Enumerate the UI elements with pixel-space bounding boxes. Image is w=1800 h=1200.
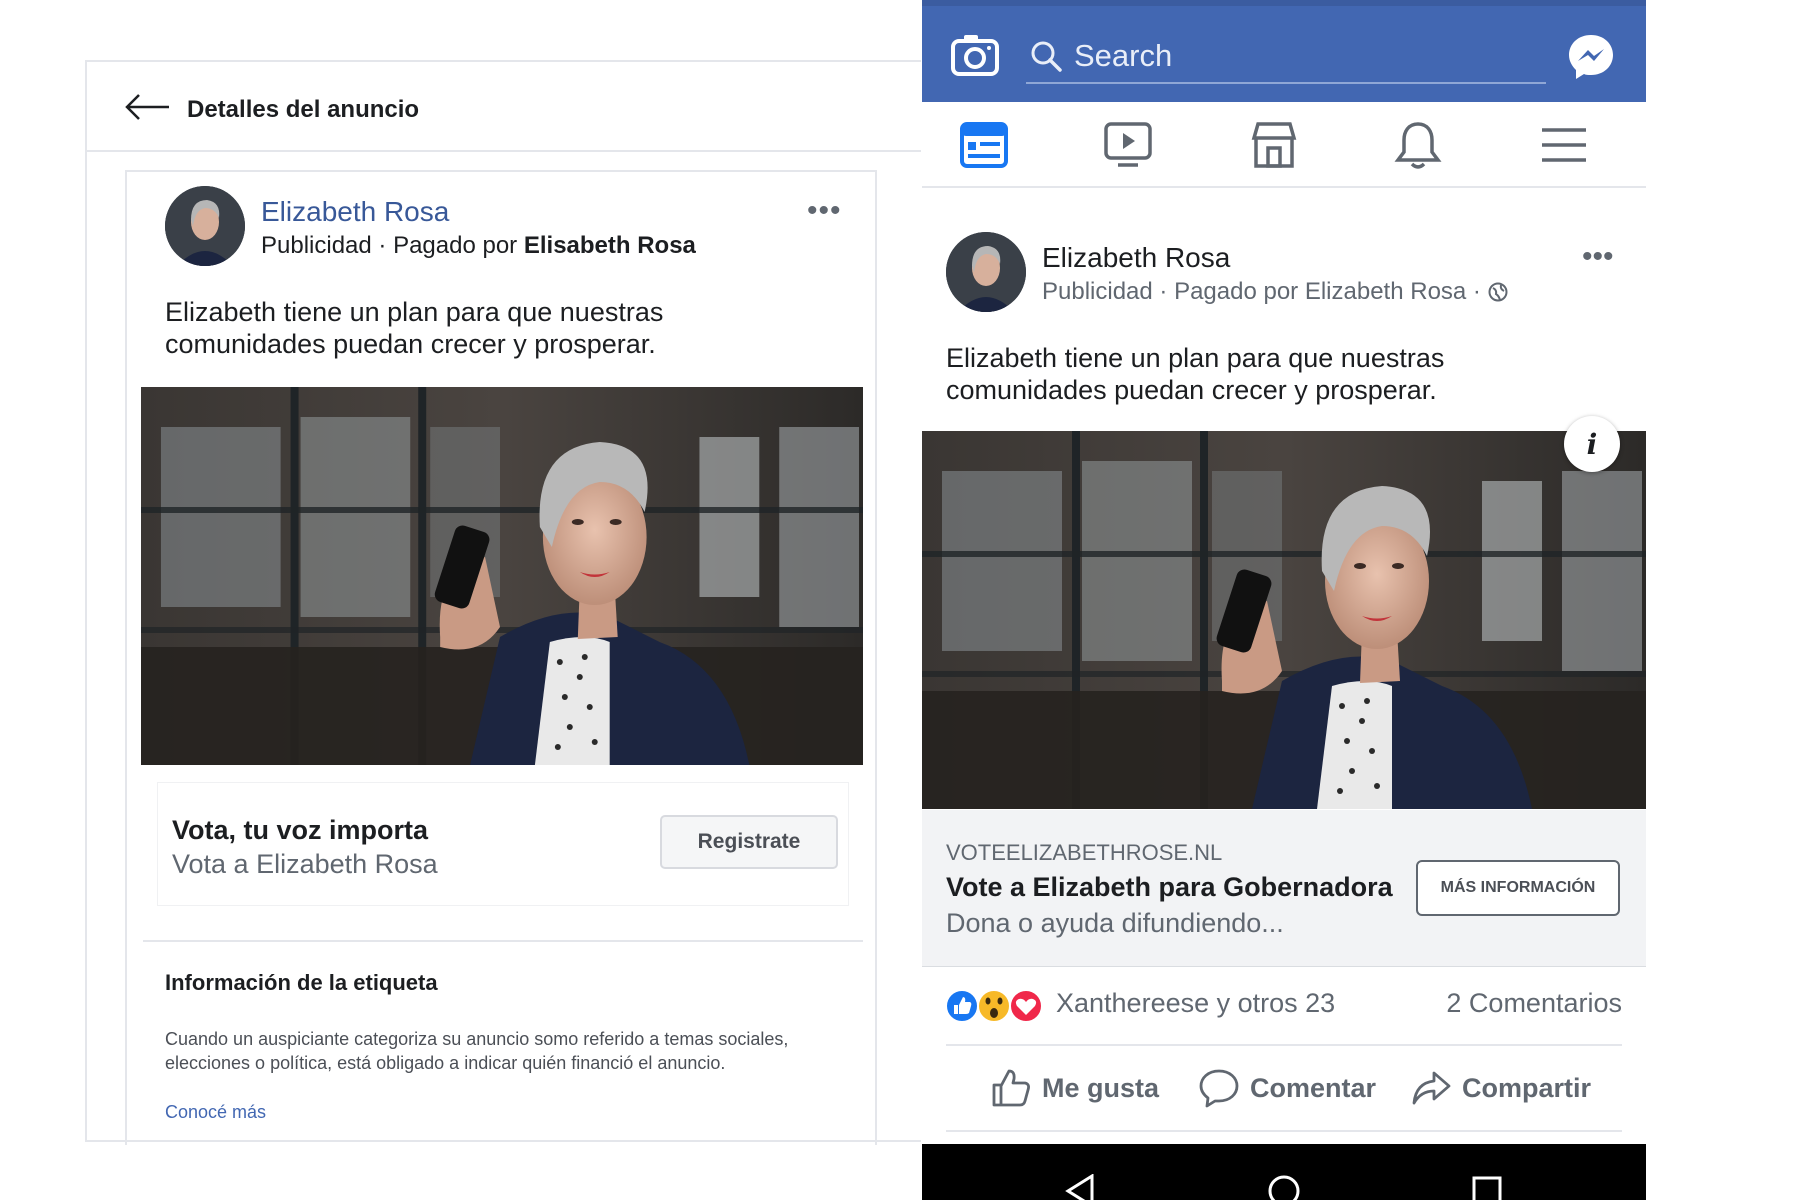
ad-image[interactable] (141, 387, 863, 765)
share-button[interactable]: Compartir (1410, 1064, 1591, 1112)
tab-news-feed-icon[interactable] (958, 120, 1010, 170)
link-domain: VOTEELIZABETHROSE.NL (946, 840, 1223, 865)
cta-subtitle: Vota a Elizabeth Rosa (172, 849, 438, 879)
register-button[interactable]: Registrate (660, 815, 838, 869)
link-title: Vote a Elizabeth para Gobernadora (946, 872, 1393, 902)
tab-marketplace-icon[interactable] (1248, 120, 1300, 170)
author-name-link[interactable]: Elizabeth Rosa (261, 196, 449, 228)
post-text: Elizabeth tiene un plan para que nuestra… (165, 297, 664, 359)
sponsored-meta: Publicidad · Pagado por Elisabeth Rosa (261, 232, 696, 260)
label-info-title: Información de la etiqueta (165, 970, 438, 995)
cta-title: Vota, tu voz importa (172, 815, 429, 845)
cta-box: Vota, tu voz importa Vota a Elizabeth Ro… (157, 782, 849, 906)
post-actions: Me gusta Comentar Compartir (922, 1046, 1646, 1130)
ad-preview-card: Elizabeth Rosa Publicidad · Pagado por E… (125, 170, 877, 1145)
comment-label: Comentar (1250, 1072, 1377, 1103)
camera-icon[interactable] (950, 32, 1000, 78)
sponsored-label: Publicidad · Pagado por Elizabeth Rosa · (1042, 278, 1481, 305)
tab-menu-icon[interactable] (1538, 120, 1590, 170)
mobile-feed-panel: Search Elizabeth Rosa Publicidad · Pagad… (922, 0, 1646, 1200)
tab-notifications-icon[interactable] (1392, 120, 1444, 170)
more-options-icon[interactable]: ••• (1582, 240, 1614, 274)
like-reaction-icon (945, 989, 979, 1023)
top-bar: Search (922, 0, 1646, 102)
sponsored-meta: Publicidad · Pagado por Elizabeth Rosa · (1042, 278, 1508, 306)
post-text: Elizabeth tiene un plan para que nuestra… (946, 343, 1445, 405)
android-nav-bar (922, 1144, 1646, 1200)
ad-details-header: Detalles del anuncio (87, 62, 921, 152)
search-input[interactable]: Search (1026, 30, 1546, 84)
link-preview[interactable]: VOTEELIZABETHROSE.NL Vote a Elizabeth pa… (922, 810, 1646, 967)
globe-icon (1488, 282, 1508, 302)
tab-bar (922, 102, 1646, 188)
ad-info-icon[interactable]: i (1564, 416, 1620, 472)
learn-more-button[interactable]: MÁS INFORMACIÓN (1416, 860, 1620, 916)
divider (946, 1130, 1622, 1132)
reaction-names[interactable]: Xanthereese y otros 23 (1056, 988, 1335, 1019)
tab-watch-icon[interactable] (1102, 120, 1154, 170)
ad-details-panel: Detalles del anuncio Elizabeth Rosa Publ… (85, 60, 921, 1145)
nav-recents-icon[interactable] (1470, 1174, 1504, 1200)
nav-back-icon[interactable] (1064, 1174, 1098, 1200)
wow-reaction-icon (977, 989, 1011, 1023)
ad-image[interactable] (922, 431, 1646, 809)
sponsored-label: Publicidad · Pagado por (261, 232, 524, 259)
search-placeholder: Search (1074, 38, 1173, 73)
payer-name: Elisabeth Rosa (523, 232, 696, 259)
back-arrow-icon[interactable] (123, 92, 171, 122)
author-name-link[interactable]: Elizabeth Rosa (1042, 242, 1230, 274)
comment-count[interactable]: 2 Comentarios (1446, 988, 1622, 1019)
comment-button[interactable]: Comentar (1198, 1064, 1376, 1112)
nav-home-icon[interactable] (1267, 1174, 1301, 1200)
like-button[interactable]: Me gusta (990, 1064, 1159, 1112)
divider (143, 940, 863, 942)
link-description: Dona o ayuda difundiendo... (946, 908, 1284, 938)
search-icon (1031, 41, 1062, 72)
love-reaction-icon (1009, 989, 1043, 1023)
label-info-body: Cuando un auspiciante categoriza su anun… (165, 1029, 789, 1073)
author-avatar[interactable] (946, 232, 1026, 312)
reactions-summary: Xanthereese y otros 23 2 Comentarios (922, 968, 1646, 1044)
author-avatar[interactable] (165, 186, 245, 266)
messenger-icon[interactable] (1566, 32, 1616, 82)
like-label: Me gusta (1042, 1072, 1160, 1103)
share-label: Compartir (1462, 1072, 1592, 1103)
more-options-icon[interactable]: ••• (807, 194, 842, 228)
comment-icon (1199, 1069, 1239, 1108)
page-title: Detalles del anuncio (187, 96, 420, 123)
learn-more-link[interactable]: Conocé más (165, 1102, 266, 1123)
reaction-icons[interactable] (944, 988, 1050, 1024)
share-icon (1412, 1071, 1451, 1105)
thumbs-up-icon (992, 1069, 1030, 1107)
